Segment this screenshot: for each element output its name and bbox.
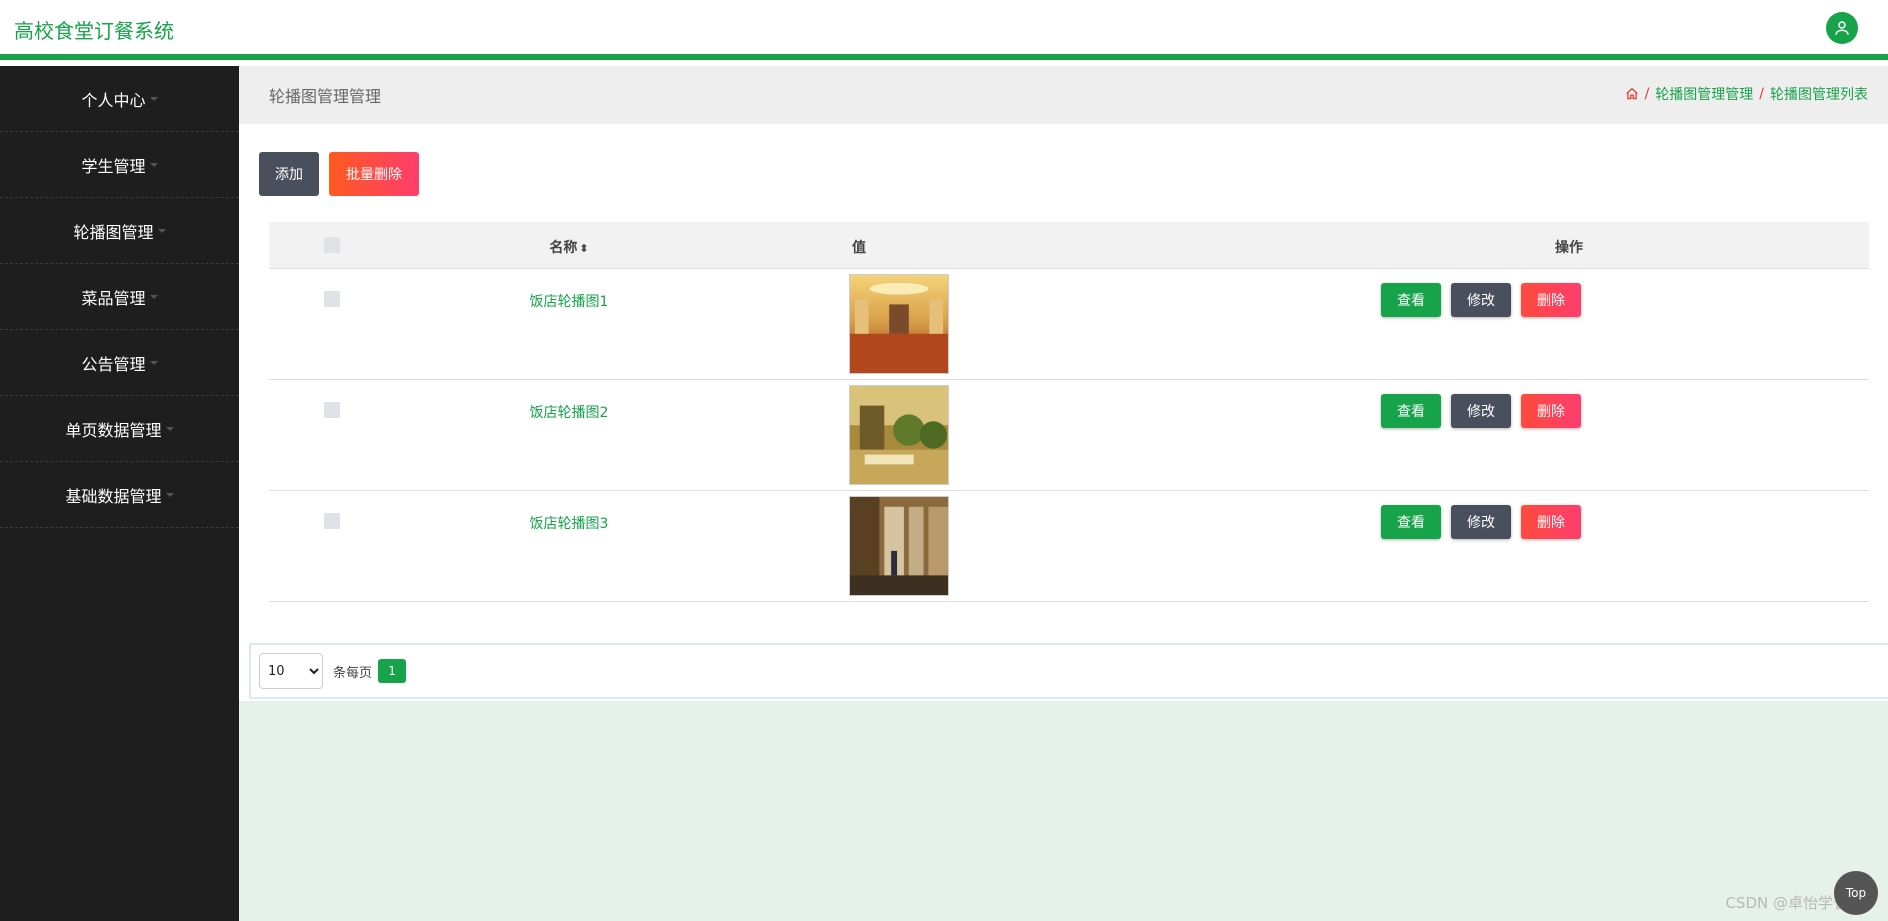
breadcrumb-bar: 轮播图管理管理 / 轮播图管理管理 / 轮播图管理列表 xyxy=(239,66,1888,124)
sidebar-item-base-data[interactable]: 基础数据管理 xyxy=(0,462,239,528)
user-icon xyxy=(1835,21,1849,35)
row-actions: 查看 修改 删除 xyxy=(1381,505,1581,539)
page-title: 轮播图管理管理 xyxy=(269,87,382,106)
row-name[interactable]: 饭店轮播图2 xyxy=(429,402,709,422)
per-page-label: 条每页 xyxy=(333,665,373,681)
delete-button[interactable]: 删除 xyxy=(1521,394,1581,428)
chevron-down-icon xyxy=(149,96,158,101)
sidebar-item-dishes[interactable]: 菜品管理 xyxy=(0,264,239,330)
page-size-select[interactable]: 10 xyxy=(259,653,323,689)
sidebar-item-single-page[interactable]: 单页数据管理 xyxy=(0,396,239,462)
delete-button[interactable]: 删除 xyxy=(1521,505,1581,539)
edit-button[interactable]: 修改 xyxy=(1451,394,1511,428)
edit-button[interactable]: 修改 xyxy=(1451,283,1511,317)
home-icon[interactable] xyxy=(1625,87,1639,101)
chevron-down-icon xyxy=(157,228,166,233)
carousel-image[interactable] xyxy=(849,385,949,485)
sidebar-item-carousel[interactable]: 轮播图管理 xyxy=(0,198,239,264)
sidebar-item-personal-center[interactable]: 个人中心 xyxy=(0,66,239,132)
view-button[interactable]: 查看 xyxy=(1381,394,1441,428)
sidebar-item-label: 轮播图管理 xyxy=(73,222,154,242)
pagination: 10 条每页 1 xyxy=(249,643,1888,699)
chevron-down-icon xyxy=(149,162,158,167)
breadcrumb-item[interactable]: 轮播图管理列表 xyxy=(1770,84,1868,104)
batch-delete-button[interactable]: 批量删除 xyxy=(329,152,419,196)
sidebar-item-label: 个人中心 xyxy=(81,90,146,110)
row-actions: 查看 修改 删除 xyxy=(1381,283,1581,317)
chevron-down-icon xyxy=(165,492,174,497)
sidebar-item-label: 公告管理 xyxy=(81,354,146,374)
page-number-button[interactable]: 1 xyxy=(378,659,407,683)
breadcrumb-item[interactable]: 轮播图管理管理 xyxy=(1655,84,1753,104)
row-checkbox[interactable] xyxy=(324,513,340,529)
carousel-image[interactable] xyxy=(849,274,949,374)
content-panel: 添加 批量删除 名称 ⬍ 值 操作 饭店轮播图1 查看 修改 删除 饭店轮播图2… xyxy=(239,124,1888,701)
delete-button[interactable]: 删除 xyxy=(1521,283,1581,317)
sidebar-item-students[interactable]: 学生管理 xyxy=(0,132,239,198)
breadcrumb-separator: / xyxy=(1644,86,1650,102)
table-row: 饭店轮播图3 查看 修改 删除 xyxy=(269,490,1869,601)
main-area: 轮播图管理管理 / 轮播图管理管理 / 轮播图管理列表 添加 批量删除 名称 ⬍ … xyxy=(239,66,1888,921)
back-to-top-button[interactable]: Top xyxy=(1834,871,1878,915)
view-button[interactable]: 查看 xyxy=(1381,283,1441,317)
add-button[interactable]: 添加 xyxy=(259,152,319,196)
table-header: 名称 ⬍ 值 操作 xyxy=(269,222,1869,268)
sidebar-item-label: 菜品管理 xyxy=(81,288,146,308)
top-header: 高校食堂订餐系统 xyxy=(0,0,1888,60)
row-name[interactable]: 饭店轮播图3 xyxy=(429,513,709,533)
watermark: CSDN @卓怡学长 xyxy=(1725,894,1848,912)
row-name[interactable]: 饭店轮播图1 xyxy=(429,291,709,311)
edit-button[interactable]: 修改 xyxy=(1451,505,1511,539)
row-actions: 查看 修改 删除 xyxy=(1381,394,1581,428)
sidebar-item-label: 基础数据管理 xyxy=(65,486,162,506)
sidebar: 个人中心 学生管理 轮播图管理 菜品管理 公告管理 单页数据管理 基础数据管理 xyxy=(0,66,239,921)
chevron-down-icon xyxy=(165,426,174,431)
header-name-label: 名称 xyxy=(549,240,578,256)
chevron-down-icon xyxy=(149,294,158,299)
carousel-image[interactable] xyxy=(849,496,949,596)
breadcrumb: / 轮播图管理管理 / 轮播图管理列表 xyxy=(1625,84,1868,104)
sidebar-item-label: 单页数据管理 xyxy=(65,420,162,440)
header-ops: 操作 xyxy=(1555,240,1583,256)
view-button[interactable]: 查看 xyxy=(1381,505,1441,539)
select-all-checkbox[interactable] xyxy=(324,237,340,253)
table-row: 饭店轮播图2 查看 修改 删除 xyxy=(269,379,1869,490)
chevron-down-icon xyxy=(149,360,158,365)
sidebar-item-label: 学生管理 xyxy=(81,156,146,176)
row-checkbox[interactable] xyxy=(324,291,340,307)
header-name[interactable]: 名称 ⬍ xyxy=(429,237,709,257)
user-avatar[interactable] xyxy=(1826,12,1858,44)
table-row: 饭店轮播图1 查看 修改 删除 xyxy=(269,268,1869,379)
sidebar-item-announcements[interactable]: 公告管理 xyxy=(0,330,239,396)
row-checkbox[interactable] xyxy=(324,402,340,418)
sort-icon[interactable]: ⬍ xyxy=(579,242,588,255)
carousel-table: 名称 ⬍ 值 操作 饭店轮播图1 查看 修改 删除 饭店轮播图2 查看 修改 删… xyxy=(269,222,1869,602)
header-value: 值 xyxy=(852,240,866,256)
app-title: 高校食堂订餐系统 xyxy=(14,19,174,43)
breadcrumb-separator: / xyxy=(1759,86,1764,102)
